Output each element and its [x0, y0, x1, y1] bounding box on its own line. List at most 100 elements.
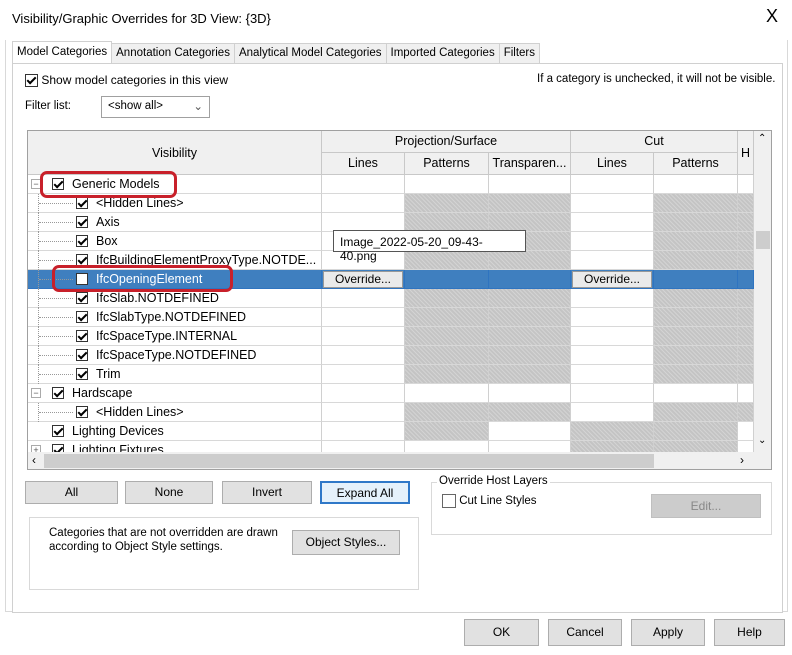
- cut-patterns-cell[interactable]: [654, 346, 738, 365]
- cut-lines-cell[interactable]: [571, 403, 654, 422]
- proj-transparency-cell[interactable]: [489, 346, 571, 365]
- cut-lines-cell[interactable]: [571, 327, 654, 346]
- visibility-cell[interactable]: Axis: [28, 213, 322, 232]
- proj-patterns-cell[interactable]: [405, 384, 489, 403]
- proj-patterns-cell[interactable]: [405, 365, 489, 384]
- visibility-cell[interactable]: Box: [28, 232, 322, 251]
- cut-patterns-cell[interactable]: [654, 213, 738, 232]
- visibility-checkbox[interactable]: [76, 197, 88, 209]
- scroll-left-icon[interactable]: ‹: [32, 453, 36, 467]
- halftone-cell[interactable]: [738, 384, 754, 403]
- halftone-cell[interactable]: [738, 270, 754, 289]
- expand-all-button[interactable]: Expand All: [320, 481, 410, 504]
- cut-lines-cell[interactable]: [571, 346, 654, 365]
- override-button[interactable]: Override...: [323, 271, 403, 288]
- visibility-cell[interactable]: IfcSpaceType.INTERNAL: [28, 327, 322, 346]
- proj-transparency-cell[interactable]: [489, 365, 571, 384]
- visibility-cell[interactable]: <Hidden Lines>: [28, 403, 322, 422]
- proj-patterns-cell[interactable]: [405, 327, 489, 346]
- proj-transparency-cell[interactable]: [489, 384, 571, 403]
- visibility-cell[interactable]: Lighting Devices: [28, 422, 322, 441]
- visibility-cell[interactable]: − Hardscape: [28, 384, 322, 403]
- cut-lines-cell[interactable]: [571, 365, 654, 384]
- cut-lines-cell[interactable]: [571, 422, 654, 441]
- cut-patterns-cell[interactable]: [654, 251, 738, 270]
- horizontal-scrollbar[interactable]: ‹ ›: [28, 452, 771, 469]
- cut-patterns-cell[interactable]: [654, 384, 738, 403]
- vertical-scrollbar[interactable]: ⌃ ⌄: [754, 131, 771, 452]
- cut-lines-cell[interactable]: [571, 175, 654, 194]
- cut-patterns-cell[interactable]: [654, 327, 738, 346]
- cut-lines-cell[interactable]: Override...: [571, 270, 654, 289]
- visibility-checkbox[interactable]: [76, 368, 88, 380]
- proj-patterns-cell[interactable]: [405, 194, 489, 213]
- proj-lines-cell[interactable]: [322, 194, 405, 213]
- halftone-cell[interactable]: [738, 346, 754, 365]
- proj-lines-cell[interactable]: [322, 327, 405, 346]
- proj-lines-cell[interactable]: [322, 384, 405, 403]
- visibility-checkbox[interactable]: [76, 311, 88, 323]
- cut-patterns-cell[interactable]: [654, 194, 738, 213]
- cut-patterns-cell[interactable]: [654, 232, 738, 251]
- visibility-cell[interactable]: IfcSlabType.NOTDEFINED: [28, 308, 322, 327]
- scroll-up-icon[interactable]: ⌃: [758, 133, 766, 144]
- halftone-cell[interactable]: [738, 175, 754, 194]
- cut-patterns-cell[interactable]: [654, 289, 738, 308]
- header-cut-lines[interactable]: Lines: [571, 153, 654, 175]
- visibility-cell[interactable]: IfcSpaceType.NOTDEFINED: [28, 346, 322, 365]
- h-scrollbar-thumb[interactable]: [44, 454, 654, 468]
- invert-button[interactable]: Invert: [222, 481, 312, 504]
- table-row[interactable]: − Hardscape: [28, 384, 754, 403]
- proj-patterns-cell[interactable]: [405, 251, 489, 270]
- cut-line-styles-checkbox[interactable]: Cut Line Styles: [442, 494, 537, 508]
- help-button[interactable]: Help: [714, 619, 785, 646]
- override-button[interactable]: Override...: [572, 271, 652, 288]
- table-row[interactable]: IfcSpaceType.NOTDEFINED: [28, 346, 754, 365]
- halftone-cell[interactable]: [738, 213, 754, 232]
- visibility-checkbox[interactable]: [76, 292, 88, 304]
- proj-lines-cell[interactable]: [322, 403, 405, 422]
- collapse-icon[interactable]: −: [31, 388, 41, 398]
- proj-patterns-cell[interactable]: [405, 403, 489, 422]
- proj-transparency-cell[interactable]: [489, 308, 571, 327]
- proj-patterns-cell[interactable]: [405, 175, 489, 194]
- visibility-checkbox[interactable]: [76, 330, 88, 342]
- proj-lines-cell[interactable]: [322, 289, 405, 308]
- filter-dropdown[interactable]: <show all> ⌄: [101, 96, 210, 118]
- proj-lines-cell[interactable]: [322, 175, 405, 194]
- proj-lines-cell[interactable]: Override...: [322, 270, 405, 289]
- cut-lines-cell[interactable]: [571, 384, 654, 403]
- proj-transparency-cell[interactable]: [489, 194, 571, 213]
- halftone-cell[interactable]: [738, 251, 754, 270]
- table-row[interactable]: IfcSpaceType.INTERNAL: [28, 327, 754, 346]
- header-cut-patterns[interactable]: Patterns: [654, 153, 738, 175]
- cancel-button[interactable]: Cancel: [548, 619, 622, 646]
- visibility-cell[interactable]: Trim: [28, 365, 322, 384]
- halftone-cell[interactable]: [738, 403, 754, 422]
- table-row[interactable]: <Hidden Lines>: [28, 403, 754, 422]
- visibility-checkbox[interactable]: [76, 216, 88, 228]
- visibility-checkbox[interactable]: [52, 425, 64, 437]
- tab-annotation-categories[interactable]: Annotation Categories: [111, 43, 235, 63]
- halftone-cell[interactable]: [738, 308, 754, 327]
- cut-lines-cell[interactable]: [571, 308, 654, 327]
- none-button[interactable]: None: [125, 481, 213, 504]
- close-icon[interactable]: X: [766, 6, 778, 27]
- proj-transparency-cell[interactable]: [489, 403, 571, 422]
- ok-button[interactable]: OK: [464, 619, 539, 646]
- show-categories-checkbox[interactable]: Show model categories in this view: [25, 73, 228, 88]
- cut-patterns-cell[interactable]: [654, 365, 738, 384]
- proj-transparency-cell[interactable]: [489, 422, 571, 441]
- visibility-checkbox[interactable]: [76, 406, 88, 418]
- cut-patterns-cell[interactable]: [654, 308, 738, 327]
- tab-analytical-model-categories[interactable]: Analytical Model Categories: [233, 43, 387, 63]
- apply-button[interactable]: Apply: [631, 619, 705, 646]
- cut-lines-cell[interactable]: [571, 194, 654, 213]
- cut-patterns-cell[interactable]: [654, 422, 738, 441]
- proj-patterns-cell[interactable]: [405, 270, 489, 289]
- tab-filters[interactable]: Filters: [498, 43, 541, 63]
- tab-imported-categories[interactable]: Imported Categories: [385, 43, 500, 63]
- proj-lines-cell[interactable]: [322, 346, 405, 365]
- cut-patterns-cell[interactable]: [654, 403, 738, 422]
- halftone-cell[interactable]: [738, 365, 754, 384]
